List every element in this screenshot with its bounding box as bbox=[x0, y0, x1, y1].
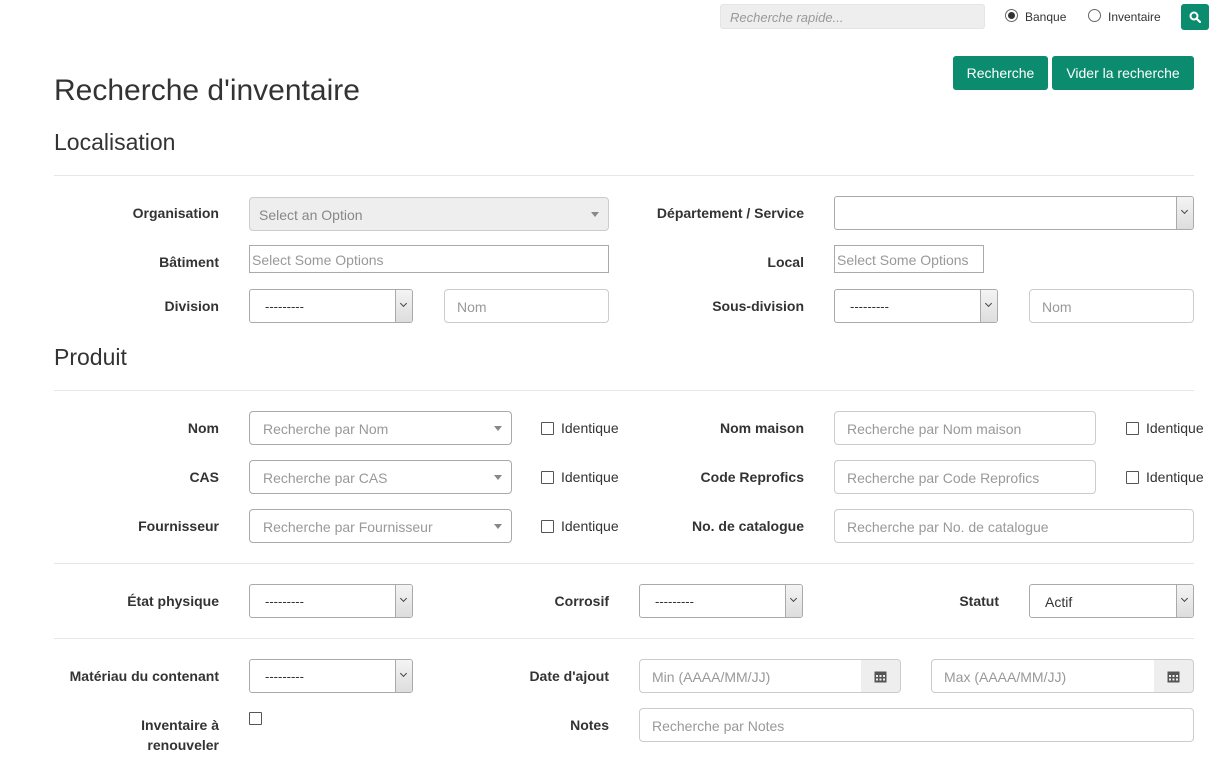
chevron-down-icon bbox=[395, 585, 412, 617]
organisation-select[interactable]: Select an Option bbox=[249, 197, 609, 231]
etat-physique-label: État physique bbox=[127, 593, 219, 609]
cas-select-placeholder: Recherche par CAS bbox=[263, 470, 388, 486]
nom-maison-identique-checkbox[interactable] bbox=[1126, 422, 1139, 435]
caret-down-icon bbox=[494, 475, 502, 480]
division-select-value: --------- bbox=[265, 299, 304, 314]
nom-maison-label: Nom maison bbox=[719, 420, 804, 436]
search-button[interactable]: Recherche bbox=[953, 56, 1048, 90]
divider bbox=[54, 563, 1194, 564]
nom-identique-label: Identique bbox=[561, 420, 619, 436]
etat-physique-value: --------- bbox=[265, 594, 304, 609]
division-select[interactable]: --------- bbox=[249, 289, 413, 323]
departement-select[interactable] bbox=[834, 196, 1194, 230]
code-identique-checkbox[interactable] bbox=[1126, 471, 1139, 484]
code-reprofics-input[interactable]: Recherche par Code Reprofics bbox=[834, 460, 1096, 494]
materiau-select[interactable]: --------- bbox=[249, 659, 413, 693]
sousdivision-select[interactable]: --------- bbox=[834, 289, 998, 323]
date-min-calendar-button[interactable] bbox=[861, 659, 901, 693]
section-localisation: Localisation bbox=[54, 129, 176, 155]
renouveler-label-line2: renouveler bbox=[147, 737, 219, 753]
caret-down-icon bbox=[494, 524, 502, 529]
chevron-down-icon bbox=[785, 585, 802, 617]
statut-select[interactable]: Actif bbox=[1029, 584, 1194, 618]
code-reprofics-label: Code Reprofics bbox=[700, 469, 804, 485]
local-label: Local bbox=[767, 254, 804, 270]
page-title: Recherche d'inventaire bbox=[54, 74, 360, 107]
fournisseur-label: Fournisseur bbox=[138, 518, 219, 534]
organisation-select-value: Select an Option bbox=[259, 207, 363, 223]
division-label: Division bbox=[164, 298, 219, 314]
chevron-down-icon bbox=[395, 290, 412, 322]
date-max-calendar-button[interactable] bbox=[1154, 659, 1194, 693]
caret-down-icon bbox=[494, 426, 502, 431]
divider bbox=[54, 638, 1194, 639]
nom-label: Nom bbox=[187, 420, 219, 436]
cas-label: CAS bbox=[189, 469, 219, 485]
sousdivision-select-value: --------- bbox=[850, 299, 889, 314]
divider bbox=[54, 175, 1194, 176]
corrosif-value: --------- bbox=[655, 594, 694, 609]
fournisseur-select[interactable]: Recherche par Fournisseur bbox=[249, 509, 512, 543]
radio-banque-label: Banque bbox=[1025, 10, 1067, 24]
renouveler-checkbox[interactable] bbox=[249, 712, 262, 725]
search-icon bbox=[1189, 11, 1201, 23]
quick-search-input[interactable]: Recherche rapide... bbox=[720, 4, 985, 29]
sousdivision-name-input[interactable]: Nom bbox=[1029, 289, 1194, 323]
departement-label: Département / Service bbox=[656, 205, 804, 221]
catalogue-label: No. de catalogue bbox=[691, 518, 804, 534]
local-multiselect[interactable]: Select Some Options bbox=[834, 245, 984, 273]
fournisseur-identique-label: Identique bbox=[561, 518, 619, 534]
radio-inventaire[interactable] bbox=[1088, 9, 1101, 22]
chevron-down-icon bbox=[980, 290, 997, 322]
chevron-down-icon bbox=[1176, 197, 1193, 229]
caret-down-icon bbox=[591, 212, 599, 217]
fournisseur-select-placeholder: Recherche par Fournisseur bbox=[263, 519, 433, 535]
materiau-value: --------- bbox=[265, 669, 304, 684]
notes-input[interactable]: Recherche par Notes bbox=[639, 708, 1194, 742]
sousdivision-label: Sous-division bbox=[712, 298, 804, 314]
radio-banque[interactable] bbox=[1005, 9, 1018, 22]
nom-maison-input[interactable]: Recherche par Nom maison bbox=[834, 411, 1096, 445]
etat-physique-select[interactable]: --------- bbox=[249, 584, 413, 618]
calendar-icon bbox=[1167, 671, 1180, 683]
division-name-input[interactable]: Nom bbox=[444, 289, 609, 323]
divider bbox=[54, 390, 1194, 391]
renouveler-label-line1: Inventaire à bbox=[141, 717, 219, 733]
cas-identique-checkbox[interactable] bbox=[541, 471, 554, 484]
cas-select[interactable]: Recherche par CAS bbox=[249, 460, 512, 494]
statut-label: Statut bbox=[959, 593, 999, 609]
catalogue-input[interactable]: Recherche par No. de catalogue bbox=[834, 509, 1194, 543]
date-ajout-label: Date d'ajout bbox=[529, 668, 609, 684]
nom-identique-checkbox[interactable] bbox=[541, 422, 554, 435]
cas-identique-label: Identique bbox=[561, 469, 619, 485]
nom-maison-identique-label: Identique bbox=[1146, 420, 1204, 436]
quick-search-button[interactable] bbox=[1181, 4, 1209, 30]
fournisseur-identique-checkbox[interactable] bbox=[541, 520, 554, 533]
radio-inventaire-label: Inventaire bbox=[1108, 10, 1161, 24]
nom-select[interactable]: Recherche par Nom bbox=[249, 411, 512, 445]
section-produit: Produit bbox=[54, 344, 127, 370]
materiau-label: Matériau du contenant bbox=[69, 668, 219, 684]
nom-select-placeholder: Recherche par Nom bbox=[263, 421, 389, 437]
corrosif-label: Corrosif bbox=[554, 593, 609, 609]
notes-label: Notes bbox=[570, 717, 609, 733]
corrosif-select[interactable]: --------- bbox=[639, 584, 803, 618]
organisation-label: Organisation bbox=[132, 205, 219, 221]
date-max-input[interactable]: Max (AAAA/MM/JJ) bbox=[931, 659, 1155, 693]
batiment-label: Bâtiment bbox=[159, 254, 219, 270]
batiment-multiselect[interactable]: Select Some Options bbox=[249, 245, 609, 273]
date-min-input[interactable]: Min (AAAA/MM/JJ) bbox=[639, 659, 862, 693]
chevron-down-icon bbox=[1176, 585, 1193, 617]
clear-search-button[interactable]: Vider la recherche bbox=[1052, 56, 1194, 90]
statut-value: Actif bbox=[1045, 594, 1073, 610]
calendar-icon bbox=[874, 671, 887, 683]
chevron-down-icon bbox=[395, 660, 412, 692]
code-identique-label: Identique bbox=[1146, 469, 1204, 485]
